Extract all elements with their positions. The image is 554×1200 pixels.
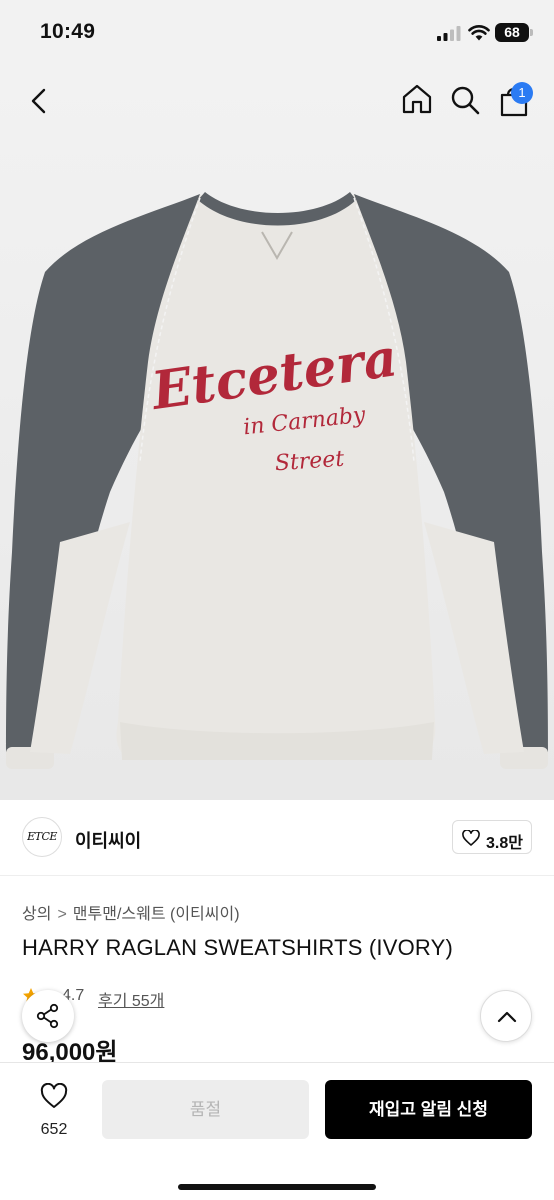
brand-like-count: 3.8만 <box>486 835 523 852</box>
battery-tip <box>530 29 533 36</box>
wishlist-button[interactable]: 652 <box>28 1081 80 1145</box>
cellular-signal-icon <box>437 26 461 41</box>
search-icon[interactable] <box>449 84 481 116</box>
status-time: 10:49 <box>40 20 96 43</box>
back-icon[interactable] <box>22 84 56 118</box>
status-bar: 10:49 68 <box>0 0 554 62</box>
review-count-link[interactable]: 후기 55개 <box>98 987 164 1011</box>
brand-like-button[interactable]: 3.8만 <box>452 820 532 854</box>
share-icon <box>36 1003 59 1029</box>
chevron-up-icon <box>497 1011 517 1023</box>
product-title: HARRY RAGLAN SWEATSHIRTS (IVORY) <box>22 935 454 960</box>
brand-row[interactable]: ETCE 이티씨이 3.8만 <box>0 800 554 876</box>
soldout-button: 품절 <box>102 1080 309 1139</box>
scroll-top-button[interactable] <box>480 990 532 1042</box>
heart-icon <box>40 1083 68 1108</box>
embroidery-street: Street <box>274 447 345 477</box>
brand-logo[interactable]: ETCE <box>22 817 62 857</box>
breadcrumb-subcategory[interactable]: 맨투맨/스웨트 (이티씨이) <box>73 900 240 924</box>
restock-alert-button[interactable]: 재입고 알림 신청 <box>325 1080 532 1139</box>
breadcrumb: 상의 > 맨투맨/스웨트 (이티씨이) <box>22 900 240 924</box>
home-icon[interactable] <box>400 82 434 116</box>
wifi-icon <box>468 25 490 41</box>
bottom-action-bar: 652 품절 재입고 알림 신청 <box>0 1062 554 1200</box>
product-image[interactable]: Etcetera in Carnaby Street 1 <box>0 62 554 800</box>
breadcrumb-category[interactable]: 상의 <box>22 900 51 924</box>
cart-count-badge: 1 <box>511 82 533 104</box>
home-indicator <box>178 1184 376 1190</box>
battery-icon: 68 <box>495 23 529 42</box>
brand-name[interactable]: 이티씨이 <box>75 827 141 853</box>
sweatshirt-photo: Etcetera in Carnaby Street <box>6 192 548 769</box>
share-button[interactable] <box>22 990 74 1042</box>
heart-icon <box>462 830 480 846</box>
wishlist-count: 652 <box>40 1121 68 1138</box>
breadcrumb-separator: > <box>57 906 67 923</box>
